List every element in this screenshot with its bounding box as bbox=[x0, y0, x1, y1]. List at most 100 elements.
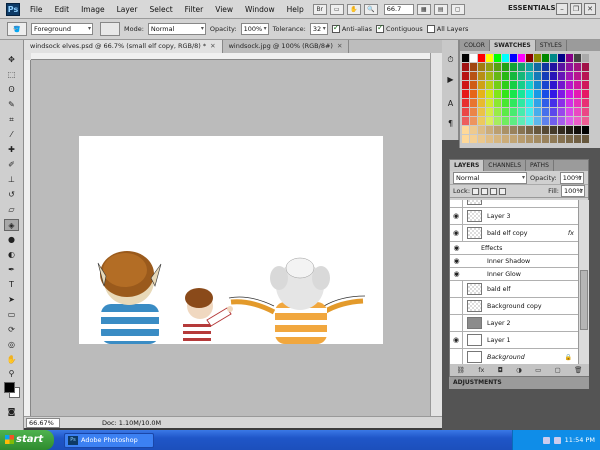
start-button[interactable]: start bbox=[0, 430, 54, 450]
swatch[interactable] bbox=[478, 99, 485, 107]
swatch[interactable] bbox=[566, 81, 573, 89]
tab-paths[interactable]: PATHS bbox=[526, 160, 554, 171]
swatch[interactable] bbox=[550, 117, 557, 125]
tab-styles[interactable]: STYLES bbox=[536, 40, 567, 51]
swatch[interactable] bbox=[462, 54, 469, 62]
swatch[interactable] bbox=[558, 54, 565, 62]
swatch[interactable] bbox=[478, 90, 485, 98]
vertical-ruler[interactable] bbox=[24, 60, 31, 416]
swatch[interactable] bbox=[478, 63, 485, 71]
swatch[interactable] bbox=[510, 126, 517, 134]
actions-panel-icon[interactable]: ▶ bbox=[443, 74, 458, 86]
swatch[interactable] bbox=[502, 99, 509, 107]
swatch[interactable] bbox=[550, 63, 557, 71]
taskbar-photoshop-button[interactable]: Adobe Photoshop CS... bbox=[64, 432, 154, 450]
swatch[interactable] bbox=[582, 63, 589, 71]
swatch-grid[interactable] bbox=[462, 54, 590, 146]
crop-tool-icon[interactable]: ⌗ bbox=[4, 114, 19, 126]
eyedropper-tool-icon[interactable]: ⁄ bbox=[4, 129, 19, 141]
swatch[interactable] bbox=[486, 117, 493, 125]
swatch[interactable] bbox=[526, 135, 533, 143]
tab-channels[interactable]: CHANNELS bbox=[484, 160, 527, 171]
swatch[interactable] bbox=[478, 117, 485, 125]
ruler-origin[interactable] bbox=[24, 53, 31, 60]
dodge-tool-icon[interactable]: ◐ bbox=[4, 249, 19, 261]
swatch[interactable] bbox=[566, 63, 573, 71]
swatch[interactable] bbox=[494, 72, 501, 80]
tab-layers[interactable]: LAYERS bbox=[450, 160, 485, 171]
arrange-documents-icon[interactable]: ▤ bbox=[433, 3, 448, 15]
menu-help[interactable]: Help bbox=[281, 5, 310, 14]
swatch[interactable] bbox=[566, 117, 573, 125]
swatch[interactable] bbox=[558, 108, 565, 116]
swatch[interactable] bbox=[462, 108, 469, 116]
path-selection-tool-icon[interactable]: ➤ bbox=[4, 294, 19, 306]
swatch[interactable] bbox=[486, 81, 493, 89]
swatch[interactable] bbox=[574, 126, 581, 134]
swatch[interactable] bbox=[470, 108, 477, 116]
visibility-toggle[interactable] bbox=[450, 280, 463, 298]
swatch[interactable] bbox=[462, 90, 469, 98]
swatch[interactable] bbox=[478, 126, 485, 134]
shape-tool-icon[interactable]: ▭ bbox=[4, 309, 19, 321]
swatch[interactable] bbox=[462, 126, 469, 134]
swatch[interactable] bbox=[534, 81, 541, 89]
swatch[interactable] bbox=[534, 108, 541, 116]
zoom-level-field[interactable]: 66.7 bbox=[383, 3, 414, 15]
swatch[interactable] bbox=[550, 90, 557, 98]
swatch[interactable] bbox=[494, 63, 501, 71]
swatch[interactable] bbox=[574, 72, 581, 80]
swatch[interactable] bbox=[518, 108, 525, 116]
swatch[interactable] bbox=[462, 135, 469, 143]
eye-icon[interactable]: ◉ bbox=[450, 255, 463, 268]
swatch[interactable] bbox=[534, 72, 541, 80]
menu-file[interactable]: File bbox=[24, 5, 49, 14]
swatch[interactable] bbox=[558, 72, 565, 80]
menu-window[interactable]: Window bbox=[239, 5, 281, 14]
swatch[interactable] bbox=[478, 72, 485, 80]
eye-icon[interactable]: ◉ bbox=[450, 224, 463, 242]
swatch[interactable] bbox=[542, 108, 549, 116]
swatch[interactable] bbox=[510, 90, 517, 98]
zoom-tool-icon[interactable]: 🔍 bbox=[363, 3, 378, 15]
swatch[interactable] bbox=[526, 90, 533, 98]
swatch[interactable] bbox=[518, 81, 525, 89]
swatch[interactable] bbox=[526, 63, 533, 71]
swatch[interactable] bbox=[518, 99, 525, 107]
hand-tool-icon[interactable]: ✋ bbox=[4, 354, 19, 366]
swatch[interactable] bbox=[502, 117, 509, 125]
blend-mode-select[interactable]: Normal bbox=[453, 171, 527, 184]
swatch[interactable] bbox=[582, 90, 589, 98]
swatch[interactable] bbox=[486, 99, 493, 107]
swatch[interactable] bbox=[470, 135, 477, 143]
layer-opacity-field[interactable]: 100% bbox=[559, 171, 584, 184]
swatch[interactable] bbox=[510, 108, 517, 116]
quick-selection-tool-icon[interactable]: ✎ bbox=[4, 99, 19, 111]
swatch[interactable] bbox=[558, 90, 565, 98]
swatch[interactable] bbox=[470, 90, 477, 98]
horizontal-ruler[interactable] bbox=[31, 53, 430, 60]
swatch[interactable] bbox=[542, 90, 549, 98]
pattern-picker[interactable] bbox=[100, 22, 120, 36]
swatch[interactable] bbox=[534, 54, 541, 62]
swatch[interactable] bbox=[566, 72, 573, 80]
swatch[interactable] bbox=[486, 54, 493, 62]
swatch[interactable] bbox=[558, 135, 565, 143]
swatch[interactable] bbox=[542, 63, 549, 71]
swatch[interactable] bbox=[566, 135, 573, 143]
swatch[interactable] bbox=[550, 99, 557, 107]
volume-icon[interactable] bbox=[553, 436, 561, 444]
swatch[interactable] bbox=[462, 72, 469, 80]
doc-tab-windsock-jpg[interactable]: windsock.jpg @ 100% (RGB/8#) ✕ bbox=[223, 40, 350, 53]
swatch[interactable] bbox=[542, 54, 549, 62]
swatch[interactable] bbox=[494, 126, 501, 134]
swatch[interactable] bbox=[542, 126, 549, 134]
close-button[interactable]: ✕ bbox=[584, 3, 596, 15]
swatch[interactable] bbox=[542, 117, 549, 125]
mode-select[interactable]: Normal bbox=[147, 23, 206, 35]
swatch[interactable] bbox=[470, 126, 477, 134]
menu-layer[interactable]: Layer bbox=[111, 5, 144, 14]
contiguous-option[interactable]: Contiguous bbox=[376, 23, 423, 33]
swatch[interactable] bbox=[566, 108, 573, 116]
layer-row[interactable]: ◉ Layer 3 bbox=[450, 207, 578, 225]
